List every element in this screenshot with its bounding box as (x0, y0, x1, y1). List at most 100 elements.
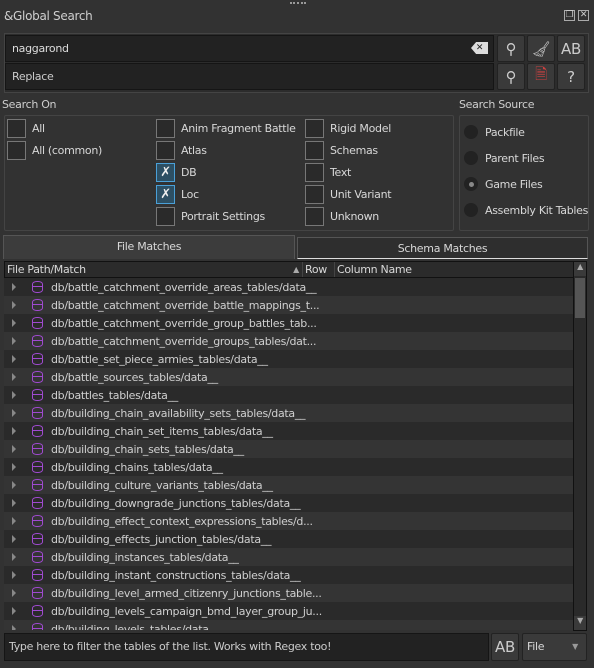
file-path: db/battle_catchment_override_battle_mapp… (51, 298, 320, 312)
tab-schema-matches[interactable]: Schema Matches (297, 237, 588, 259)
file-path: db/building_instant_constructions_tables… (51, 568, 301, 582)
expand-arrow-icon[interactable] (12, 625, 16, 630)
file-path: db/building_chain_sets_tables/data__ (51, 442, 244, 456)
checkbox-unknown[interactable]: Unknown (305, 206, 391, 226)
scroll-up-icon[interactable]: ▲ (574, 262, 586, 276)
table-row[interactable]: db/battle_catchment_override_group_battl… (4, 314, 573, 332)
close-icon[interactable]: ✕ (578, 10, 589, 21)
replace-all-button[interactable]: 🗎︎ (527, 63, 555, 90)
table-row[interactable]: db/building_instant_constructions_tables… (4, 566, 573, 584)
expand-arrow-icon[interactable] (12, 283, 16, 291)
database-icon (32, 335, 43, 347)
table-row[interactable]: db/building_instances_tables/data__ (4, 548, 573, 566)
file-path: db/building_chain_availability_sets_tabl… (51, 406, 306, 420)
expand-arrow-icon[interactable] (12, 517, 16, 525)
radio-parent-files[interactable]: Parent Files (464, 148, 588, 168)
checkbox-rigid-model[interactable]: Rigid Model (305, 118, 391, 138)
expand-arrow-icon[interactable] (12, 337, 16, 345)
expand-arrow-icon[interactable] (12, 571, 16, 579)
case-sensitive-button[interactable]: AB (557, 35, 585, 62)
search-input[interactable]: naggarond ✕ (5, 35, 494, 62)
database-icon (32, 569, 43, 581)
vertical-scrollbar[interactable]: ▲ ▼ (573, 261, 587, 631)
search-on-col3: Rigid Model Schemas Text Unit Variant Un… (305, 118, 392, 226)
checkbox-loc[interactable]: ✗ Loc (156, 184, 296, 204)
file-path: db/building_levels_campaign_bmd_layer_gr… (51, 604, 322, 618)
expand-arrow-icon[interactable] (12, 535, 16, 543)
table-row[interactable]: db/building_culture_variants_tables/data… (4, 476, 573, 494)
checkbox-atlas[interactable]: Atlas (156, 140, 296, 160)
table-row[interactable]: db/building_levels_campaign_bmd_layer_gr… (4, 602, 573, 620)
column-header-column-name[interactable]: Column Name (335, 262, 586, 277)
radio-packfile[interactable]: Packfile (464, 122, 588, 142)
checkbox-text[interactable]: Text (305, 162, 391, 182)
sort-ascending-icon: ▲ (293, 265, 299, 274)
expand-arrow-icon[interactable] (12, 427, 16, 435)
table-row[interactable]: db/building_levels_tables/data__ (4, 620, 573, 630)
checkbox-unit-variant[interactable]: Unit Variant (305, 184, 392, 204)
checked-icon: ✗ (156, 184, 175, 204)
expand-arrow-icon[interactable] (12, 481, 16, 489)
replace-matches-button[interactable]: ⚲ (497, 63, 525, 90)
checkbox-schemas[interactable]: Schemas (305, 140, 391, 160)
tab-file-matches[interactable]: File Matches (3, 235, 295, 259)
expand-arrow-icon[interactable] (12, 319, 16, 327)
expand-arrow-icon[interactable] (12, 607, 16, 615)
table-row[interactable]: db/building_downgrade_junctions_tables/d… (4, 494, 573, 512)
replace-input[interactable]: Replace (5, 63, 494, 90)
checkbox-portrait-settings[interactable]: Portrait Settings (156, 206, 296, 226)
filter-mode-select[interactable]: File ▼ (522, 633, 587, 661)
scroll-down-icon[interactable]: ▼ (574, 616, 586, 630)
table-row[interactable]: db/battle_set_piece_armies_tables/data__ (4, 350, 573, 368)
table-row[interactable]: db/building_chain_set_items_tables/data_… (4, 422, 573, 440)
file-path: db/building_levels_tables/data__ (51, 622, 220, 631)
checkbox-all-common[interactable]: All (common) (7, 140, 102, 160)
help-icon: ? (567, 67, 575, 86)
file-path: db/building_chains_tables/data__ (51, 460, 223, 474)
table-row[interactable]: db/building_effect_context_expressions_t… (4, 512, 573, 530)
file-path: db/building_level_armed_citizenry_juncti… (51, 586, 322, 600)
expand-arrow-icon[interactable] (12, 409, 16, 417)
checkbox-db[interactable]: ✗ DB (156, 162, 296, 182)
table-row[interactable]: db/battle_catchment_override_groups_tabl… (4, 332, 573, 350)
clear-text-icon[interactable]: ✕ (471, 42, 488, 54)
checkbox-all[interactable]: All (7, 118, 102, 138)
database-icon (32, 407, 43, 419)
help-button[interactable]: ? (557, 63, 585, 90)
float-icon[interactable]: ❐ (564, 10, 575, 21)
expand-arrow-icon[interactable] (12, 499, 16, 507)
column-header-file-path[interactable]: File Path/Match ▲ (5, 262, 303, 277)
table-row[interactable]: db/battle_sources_tables/data__ (4, 368, 573, 386)
database-icon (32, 623, 43, 630)
expand-arrow-icon[interactable] (12, 391, 16, 399)
database-icon (32, 353, 43, 365)
filter-input[interactable]: Type here to filter the tables of the li… (4, 633, 489, 661)
table-row[interactable]: db/building_chain_sets_tables/data__ (4, 440, 573, 458)
file-path: db/building_instances_tables/data__ (51, 550, 239, 564)
chevron-down-icon: ▼ (572, 642, 578, 651)
expand-arrow-icon[interactable] (12, 589, 16, 597)
table-row[interactable]: db/building_chain_availability_sets_tabl… (4, 404, 573, 422)
expand-arrow-icon[interactable] (12, 445, 16, 453)
table-row[interactable]: db/building_level_armed_citizenry_juncti… (4, 584, 573, 602)
table-row[interactable]: db/battle_catchment_override_battle_mapp… (4, 296, 573, 314)
scrollbar-thumb[interactable] (575, 278, 585, 318)
table-row[interactable]: db/building_effects_junction_tables/data… (4, 530, 573, 548)
expand-arrow-icon[interactable] (12, 355, 16, 363)
expand-arrow-icon[interactable] (12, 373, 16, 381)
dock-drag-handle[interactable] (290, 2, 306, 5)
column-header-row[interactable]: Row (303, 262, 335, 277)
expand-arrow-icon[interactable] (12, 553, 16, 561)
search-button[interactable]: ⚲ (497, 35, 525, 62)
clear-search-button[interactable]: 🧹︎ (527, 35, 555, 62)
radio-assembly-kit-tables[interactable]: Assembly Kit Tables (464, 200, 588, 220)
filter-case-sensitive-button[interactable]: AB (491, 633, 519, 661)
expand-arrow-icon[interactable] (12, 301, 16, 309)
file-path: db/battle_set_piece_armies_tables/data__ (51, 352, 268, 366)
table-row[interactable]: db/battle_catchment_override_areas_table… (4, 278, 573, 296)
table-row[interactable]: db/building_chains_tables/data__ (4, 458, 573, 476)
table-row[interactable]: db/battles_tables/data__ (4, 386, 573, 404)
radio-game-files[interactable]: Game Files (464, 174, 588, 194)
expand-arrow-icon[interactable] (12, 463, 16, 471)
checkbox-anim-fragment-battle[interactable]: Anim Fragment Battle (156, 118, 296, 138)
